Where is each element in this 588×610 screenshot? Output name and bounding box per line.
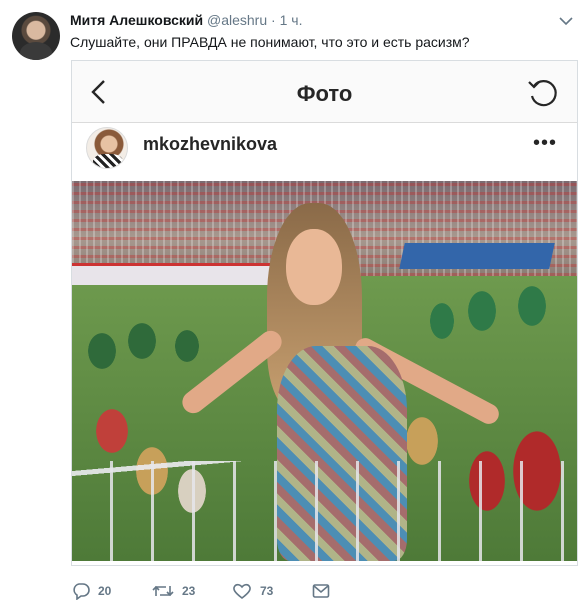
post-photo [72,181,577,561]
refresh-icon [525,76,559,110]
like-icon [232,582,252,600]
author-name[interactable]: Митя Алешковский [70,12,203,28]
tweet-actions: 20 23 73 [70,580,370,602]
reply-icon [72,582,90,600]
metal-railing [72,461,577,561]
tweet-text: Слушайте, они ПРАВДА не понимают, что эт… [70,34,470,50]
chevron-down-icon[interactable] [558,14,574,26]
instagram-avatar [86,127,128,169]
tweet: Митя Алешковский @aleshru · 1 ч. Слушайт… [0,0,588,610]
instagram-top-bar: Фото [72,61,577,123]
avatar[interactable] [12,12,60,60]
woman-face [286,229,342,305]
reply-button[interactable]: 20 [72,580,111,602]
tweet-time[interactable]: 1 ч. [280,12,303,28]
like-count: 73 [260,584,274,598]
message-button[interactable] [312,580,330,602]
instagram-post-header: mkozhevnikova ••• [72,123,577,181]
embedded-screenshot[interactable]: Фото mkozhevnikova ••• [71,60,578,566]
header-separator: · [271,12,276,28]
like-button[interactable]: 73 [232,580,273,602]
retweet-icon [152,582,174,600]
retweet-count: 23 [182,584,196,598]
instagram-username: mkozhevnikova [143,134,278,154]
tweet-header: Митя Алешковский @aleshru · 1 ч. [70,12,302,30]
instagram-title: Фото [296,81,353,106]
retweet-button[interactable]: 23 [152,580,195,602]
message-icon [312,583,330,599]
more-dots-icon: ••• [532,132,557,154]
reply-count: 20 [98,584,112,598]
author-handle[interactable]: @aleshru [207,12,267,28]
